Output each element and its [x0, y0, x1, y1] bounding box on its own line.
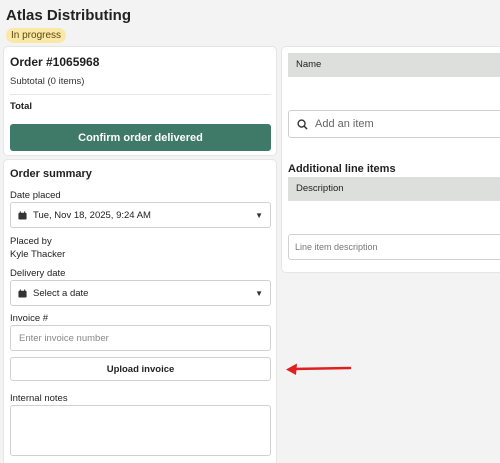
status-badge: In progress	[6, 28, 67, 43]
placed-by-label: Placed by	[10, 236, 52, 247]
subtotal-text: Subtotal (0 items)	[10, 76, 85, 87]
left-arrow-icon	[286, 363, 352, 375]
order-summary-title: Order summary	[10, 168, 92, 180]
upload-invoice-button[interactable]: Upload invoice	[10, 357, 271, 381]
date-placed-value: Tue, Nov 18, 2025, 9:24 AM	[33, 209, 151, 221]
caret-down-icon: ▼	[255, 210, 263, 220]
calendar-icon	[18, 288, 27, 298]
calendar-icon	[18, 210, 27, 220]
delivery-date-select[interactable]: Select a date ▼	[10, 280, 271, 306]
line-item-description-input[interactable]	[288, 234, 500, 260]
divider	[10, 94, 271, 95]
total-label: Total	[10, 101, 32, 112]
invoice-number-input[interactable]	[10, 325, 271, 351]
placed-by-value: Kyle Thacker	[10, 249, 66, 260]
search-icon	[297, 118, 308, 130]
description-column-header: Description	[288, 177, 500, 201]
page-title: Atlas Distributing	[6, 7, 132, 24]
confirm-delivered-button[interactable]: Confirm order delivered	[10, 124, 271, 151]
name-column-header: Name	[288, 53, 500, 77]
invoice-label: Invoice #	[10, 313, 49, 324]
add-item-search[interactable]: Add an item	[288, 110, 500, 138]
delivery-date-label: Delivery date	[10, 268, 66, 279]
internal-notes-field[interactable]	[10, 405, 271, 456]
date-placed-select[interactable]: Tue, Nov 18, 2025, 9:24 AM ▼	[10, 202, 271, 228]
delivery-date-value: Select a date	[33, 287, 89, 299]
internal-notes-label: Internal notes	[10, 393, 68, 404]
additional-line-items-title: Additional line items	[288, 163, 396, 175]
order-number: Order #1065968	[10, 55, 100, 69]
date-placed-label: Date placed	[10, 190, 61, 201]
caret-down-icon: ▼	[255, 288, 263, 298]
add-item-placeholder: Add an item	[315, 118, 374, 130]
